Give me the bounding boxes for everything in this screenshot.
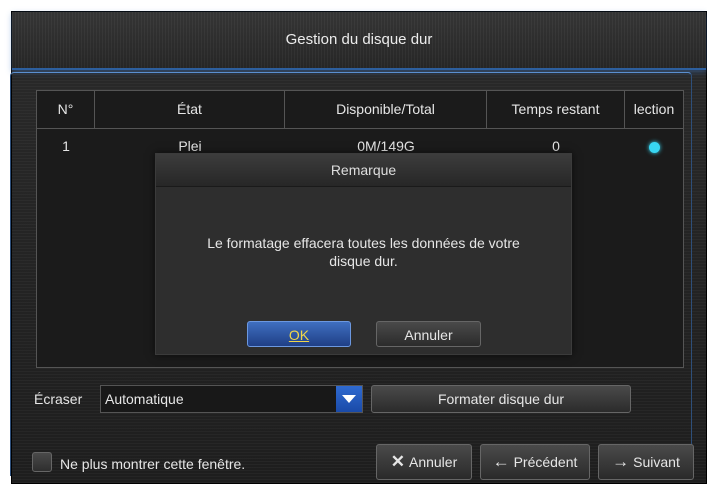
dialog-title: Remarque [156, 154, 571, 187]
cell-number: 1 [62, 138, 70, 154]
header-state: État [95, 91, 285, 128]
header-available-total: Disponible/Total [285, 91, 487, 128]
header-selection: lection [633, 101, 675, 117]
dont-show-again-checkbox[interactable] [32, 452, 52, 472]
dialog-message: Le formatage effacera toutes les données… [166, 234, 561, 270]
overwrite-select[interactable]: Automatique [100, 385, 363, 413]
overwrite-label: Écraser [34, 391, 83, 407]
chevron-down-icon[interactable] [336, 386, 362, 412]
cancel-button[interactable]: ✕ Annuler [376, 444, 472, 480]
table-header: N° État Disponible/Total Temps restant l… [37, 91, 683, 129]
cell-selection[interactable] [625, 133, 683, 159]
confirm-dialog: Remarque Le formatage effacera toutes le… [155, 153, 572, 355]
next-button[interactable]: → Suivant [598, 444, 694, 480]
cancel-button-label: Annuler [408, 454, 458, 470]
previous-button[interactable]: ← Précédent [480, 444, 590, 480]
next-button-label: Suivant [633, 454, 680, 470]
close-icon: ✕ [390, 452, 405, 471]
ok-button[interactable]: OK [247, 321, 351, 347]
overwrite-value: Automatique [105, 391, 184, 407]
previous-button-label: Précédent [513, 454, 578, 470]
dialog-message-line1: Le formatage effacera toutes les données… [207, 235, 520, 251]
header-time-left: Temps restant [487, 91, 625, 128]
header-number: N° [37, 91, 95, 128]
arrow-right-icon: → [612, 452, 630, 471]
dont-show-again-label: Ne plus montrer cette fenêtre. [60, 456, 246, 472]
window-title: Gestion du disque dur [12, 12, 706, 70]
format-disk-button[interactable]: Formater disque dur [371, 385, 631, 413]
dialog-cancel-button[interactable]: Annuler [376, 321, 481, 347]
arrow-left-icon: ← [492, 452, 510, 471]
dialog-message-line2: disque dur. [329, 253, 398, 269]
selected-indicator-icon[interactable] [648, 141, 660, 153]
